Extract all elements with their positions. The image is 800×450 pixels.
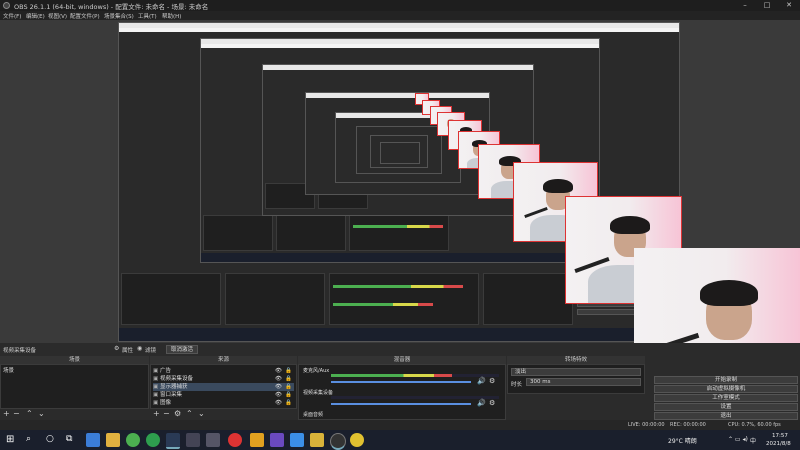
start-recording-button[interactable]: 开始录制 [654,376,798,384]
deactivate-button[interactable]: 取消激活 [166,345,198,354]
cortana-icon[interactable]: ○ [46,434,54,444]
sources-list: ▣ 广告 👁 🔒 ▣ 视频采集设备 👁 🔒 ▣ 显示器捕获 👁 🔒 ▣ 窗口采集 👁 🔒 ▣ 图… [150,364,297,409]
webcam-feed [634,248,800,343]
menu-edit[interactable]: 编辑(E) [26,12,45,20]
obs-icon[interactable] [330,433,346,450]
menu-profile[interactable]: 配置文件(P) [70,12,100,20]
window-title: OBS 26.1.1 (64-bit, windows) - 配置文件: 未命名… [14,3,209,11]
menu-help[interactable]: 帮助(H) [162,12,181,20]
source-toolbar-name: 视频采集设备 [3,348,37,354]
mixer-channel-name: 麦克风/Aux [303,368,330,374]
obs-logo-icon [3,2,10,9]
steam-icon[interactable] [166,433,180,449]
windows-taskbar: ⊞ ⌕ ○ ⧉ 29°C 晴朗 ⌃ ▭ ◂) 中 17:57 2021/8/8 [0,430,800,450]
remove-scene-button[interactable]: − [13,410,20,418]
search-icon[interactable]: ⌕ [26,434,31,444]
audio-level-meter [331,374,452,377]
transition-type-select[interactable]: 淡出 [511,368,641,376]
gear-icon[interactable]: ⚙ [489,399,495,407]
menu-view[interactable]: 视图(V) [48,12,67,20]
transitions-dock-header: 转场特效 [507,356,645,364]
source-item[interactable]: ▣ 窗口采集 👁 🔒 [153,391,294,399]
clock-date[interactable]: 2021/8/8 [766,441,791,447]
scene-down-button[interactable]: ⌄ [38,410,45,418]
gear-icon[interactable]: ⚙ [489,377,495,385]
scenes-controls: + − ⌃ ⌄ [0,410,149,420]
source-down-button[interactable]: ⌄ [198,410,205,418]
app-icon[interactable] [270,433,284,447]
add-scene-button[interactable]: + [3,410,10,418]
status-bar: LIVE: 00:00:00 REC: 00:00:00 CPU: 0.7%, … [0,420,800,430]
source-up-button[interactable]: ⌃ [186,410,193,418]
source-item[interactable]: ▣ 图像 👁 🔒 [153,399,294,407]
app-icon[interactable] [310,433,324,447]
task-view-icon[interactable]: ⧉ [66,434,72,444]
duration-label: 时长 [511,382,523,388]
properties-button[interactable]: 属性 [122,346,133,354]
app-icon[interactable] [250,433,264,447]
tray-icons[interactable]: ⌃ ▭ ◂) [728,436,748,443]
controls-dock: 开始录制 启动虚拟摄像机 工作室模式 设置 退出 [654,374,800,420]
audio-mixer: 麦克风/Aux 🔊 ⚙ 视频采集设备 🔊 ⚙ 桌面音频 [298,364,506,420]
speaker-icon[interactable]: 🔊 [477,377,486,385]
browser-icon[interactable] [126,433,140,447]
scene-item[interactable]: 场景 [3,367,146,375]
nested-screen-8 [380,142,420,164]
volume-slider[interactable] [331,403,471,405]
menu-bar: 文件(F) 编辑(E) 视图(V) 配置文件(P) 场景集合(S) 工具(T) … [0,11,800,20]
virtual-camera-button[interactable]: 启动虚拟摄像机 [654,385,798,393]
weather-widget[interactable]: 29°C 晴朗 [668,436,697,445]
menu-scene-collection[interactable]: 场景集合(S) [104,12,134,20]
scenes-dock-header: 场景 [0,356,149,364]
wechat-icon[interactable] [146,433,160,447]
minimize-button[interactable]: – [734,0,756,11]
mail-icon[interactable] [86,433,100,447]
speaker-icon[interactable]: 🔊 [477,399,486,407]
source-properties-icon[interactable]: ⚙ [174,410,181,418]
remove-source-button[interactable]: − [163,410,170,418]
preview-canvas[interactable] [0,20,800,343]
sources-controls: + − ⚙ ⌃ ⌄ [150,410,297,420]
input-language[interactable]: 中 [750,436,756,445]
scenes-list: 场景 [0,364,149,409]
volume-slider[interactable] [331,381,471,383]
rec-status: REC: 00:00:00 [670,422,706,428]
sources-dock-header: 来源 [150,356,297,364]
filters-button[interactable]: 滤镜 [145,346,156,354]
mixer-dock-header: 混音器 [298,356,506,364]
app-icon[interactable] [350,433,364,447]
transitions-panel: 淡出 时长 300 ms [507,364,645,394]
source-item[interactable]: ▣ 广告 👁 🔒 [153,367,294,375]
app-icon[interactable] [186,433,200,447]
live-status: LIVE: 00:00:00 [628,422,665,428]
menu-tools[interactable]: 工具(T) [138,12,157,20]
settings-button[interactable]: 设置 [654,403,798,411]
app-icon[interactable] [290,433,304,447]
exit-button[interactable]: 退出 [654,412,798,420]
close-button[interactable]: ✕ [778,0,800,11]
filter-icon[interactable]: ◉ [137,345,142,352]
mixer-channel-name: 视频采集设备 [303,390,334,396]
source-item[interactable]: ▣ 视频采集设备 👁 🔒 [153,375,294,383]
add-source-button[interactable]: + [153,410,160,418]
studio-mode-button[interactable]: 工作室模式 [654,394,798,402]
file-explorer-icon[interactable] [106,433,120,447]
cpu-status: CPU: 0.7%, 60.00 fps [728,422,781,428]
mixer-channel-name: 桌面音频 [303,412,324,418]
app-icon[interactable] [206,433,220,447]
duration-input[interactable]: 300 ms [526,378,641,386]
menu-file[interactable]: 文件(F) [3,12,21,20]
source-toolbar: 视频采集设备 ⚙ 属性 ◉ 滤镜 取消激活 [0,343,634,355]
windows-start-icon[interactable]: ⊞ [6,434,14,445]
scene-up-button[interactable]: ⌃ [26,410,33,418]
netease-music-icon[interactable] [228,433,242,447]
maximize-button[interactable]: □ [756,0,778,11]
gear-icon[interactable]: ⚙ [114,345,119,352]
clock-time[interactable]: 17:57 [772,433,788,439]
source-item[interactable]: ▣ 显示器捕获 👁 🔒 [153,383,294,391]
